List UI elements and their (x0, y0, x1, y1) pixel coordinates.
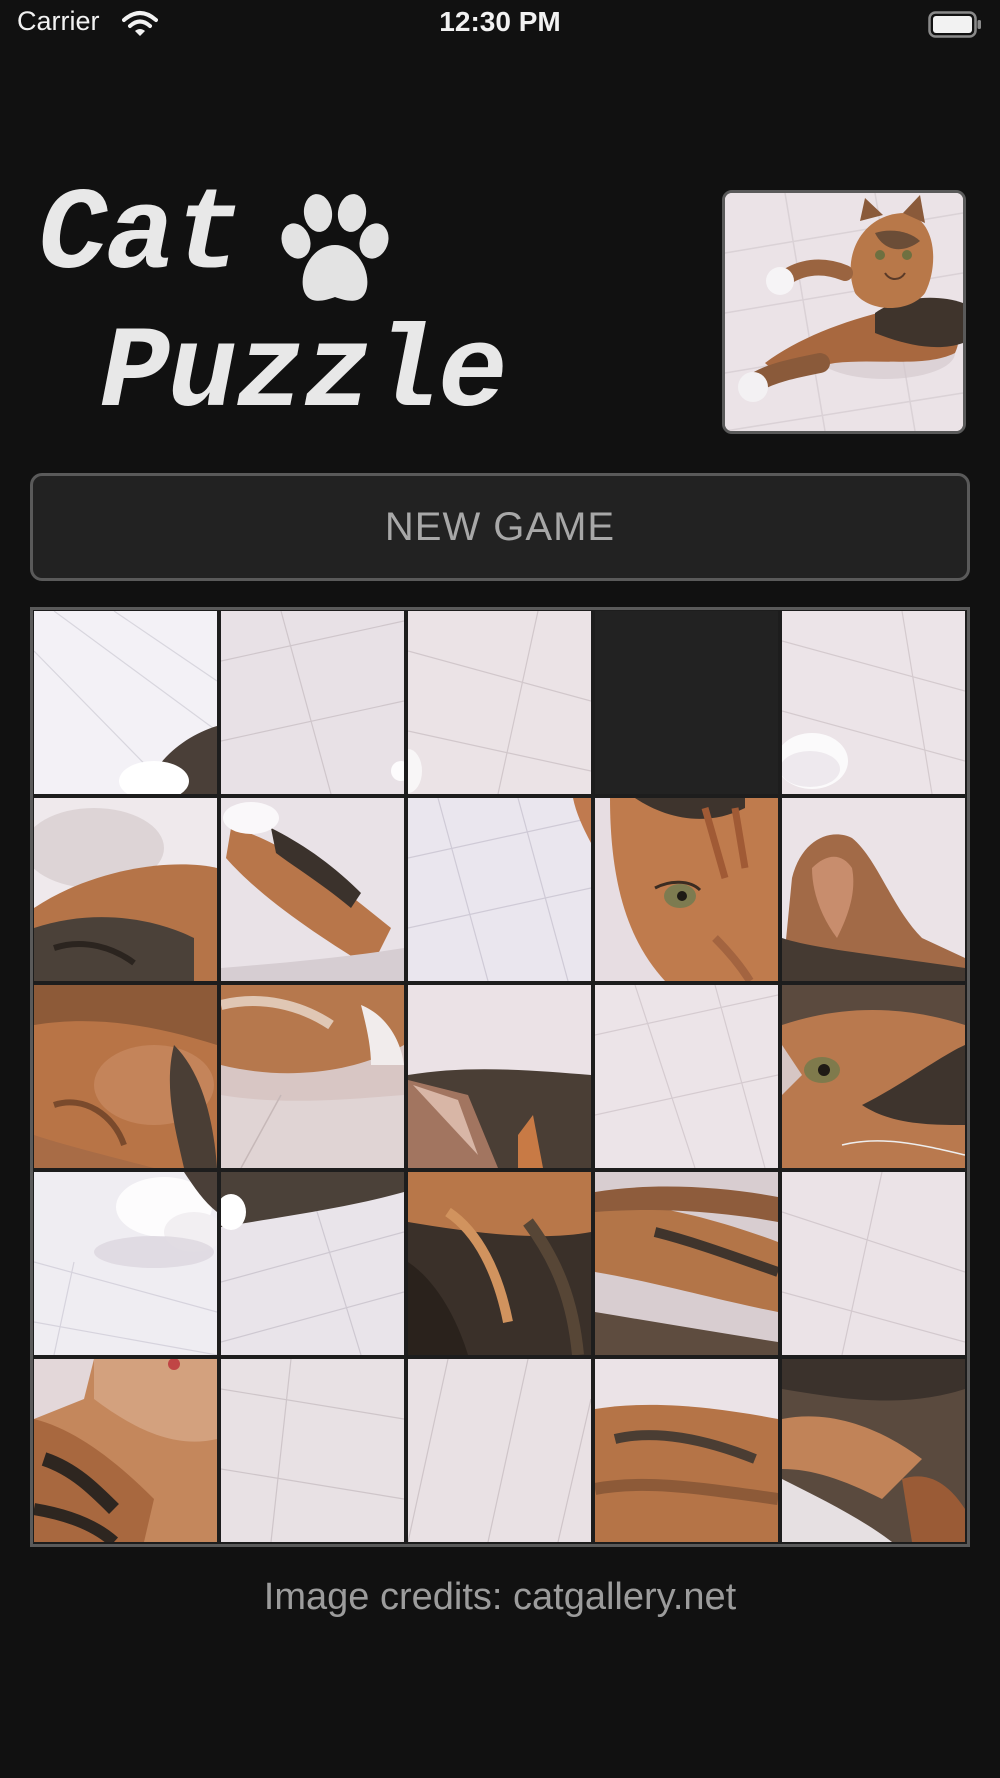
puzzle-preview-image (722, 190, 966, 434)
puzzle-tile[interactable] (221, 1359, 404, 1542)
puzzle-tile[interactable] (408, 1359, 591, 1542)
puzzle-tile[interactable] (408, 611, 591, 794)
puzzle-tile[interactable] (221, 985, 404, 1168)
image-credits: Image credits: catgallery.net (263, 1576, 737, 1618)
cat-photo-preview (725, 193, 963, 431)
puzzle-tile[interactable] (595, 1359, 778, 1542)
puzzle-tile[interactable] (782, 1172, 965, 1355)
empty-tile (595, 611, 778, 794)
paw-icon (281, 194, 389, 301)
puzzle-tile[interactable] (221, 798, 404, 981)
puzzle-tile[interactable] (782, 611, 965, 794)
puzzle-tile[interactable] (34, 985, 217, 1168)
puzzle-tile[interactable] (34, 1172, 217, 1355)
app-title-line2: Puzzle (100, 308, 508, 440)
puzzle-tile[interactable] (595, 798, 778, 981)
app-title-line1: Cat (38, 170, 243, 302)
puzzle-tile[interactable] (408, 798, 591, 981)
puzzle-tile[interactable] (408, 985, 591, 1168)
puzzle-tile[interactable] (782, 985, 965, 1168)
puzzle-board (30, 607, 970, 1547)
puzzle-tile[interactable] (34, 611, 217, 794)
status-time: 12:30 PM (439, 6, 561, 37)
puzzle-tile[interactable] (34, 1359, 217, 1542)
puzzle-tile[interactable] (782, 1359, 965, 1542)
puzzle-tile[interactable] (408, 1172, 591, 1355)
puzzle-tile[interactable] (34, 798, 217, 981)
puzzle-tile[interactable] (221, 611, 404, 794)
puzzle-tile[interactable] (595, 985, 778, 1168)
status-bar: Carrier 12:30 PM (0, 0, 1000, 50)
battery-icon (928, 11, 981, 38)
puzzle-tile[interactable] (221, 1172, 404, 1355)
new-game-button[interactable]: NEW GAME (30, 473, 970, 581)
puzzle-tile[interactable] (595, 1172, 778, 1355)
puzzle-tile[interactable] (782, 798, 965, 981)
